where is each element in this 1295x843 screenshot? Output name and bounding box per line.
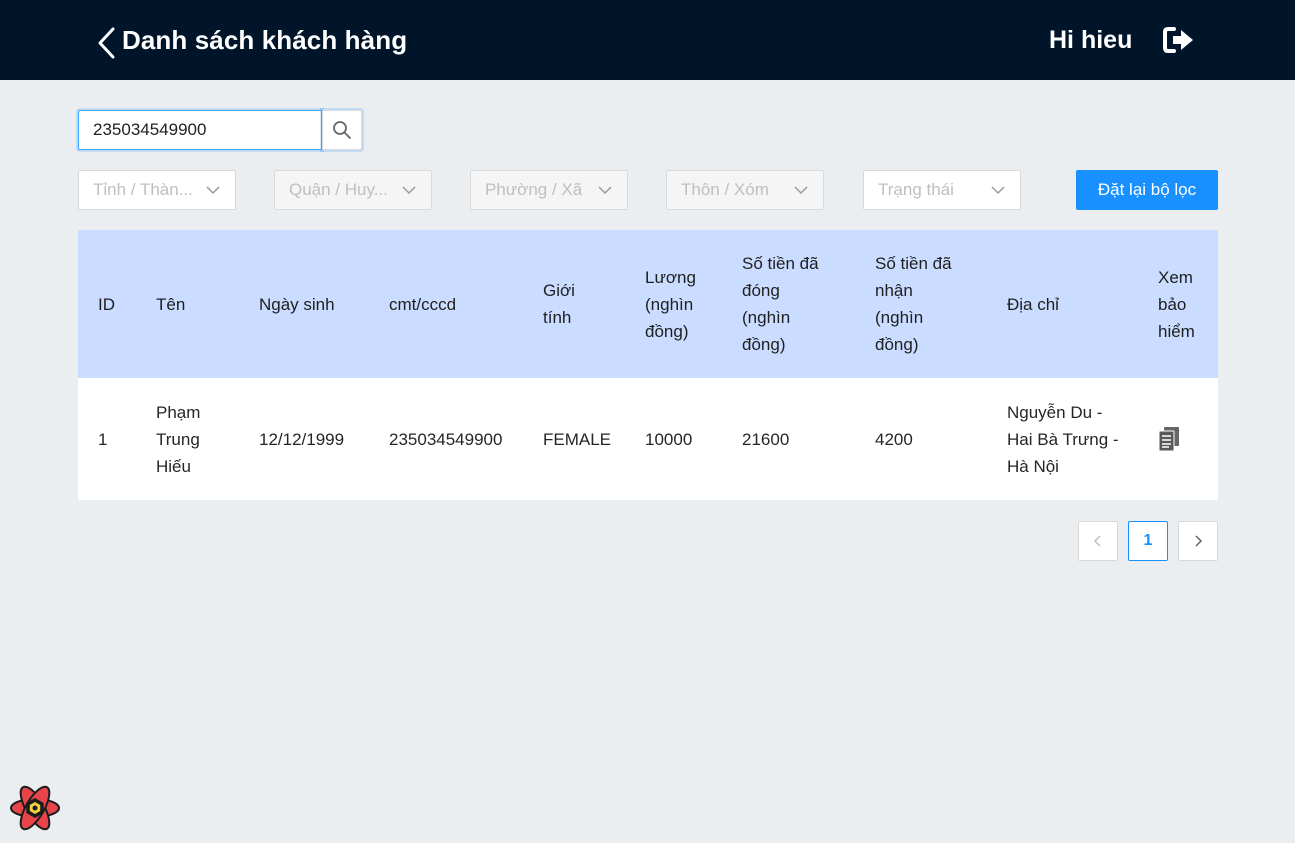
district-select[interactable]: Quận / Huy... bbox=[274, 170, 432, 210]
cell-id: 1 bbox=[98, 429, 108, 449]
next-page-button[interactable] bbox=[1178, 521, 1218, 561]
cell-paid: 21600 bbox=[742, 429, 790, 449]
search-icon bbox=[333, 121, 351, 139]
column-header-view-insurance: Xem bảo hiểm bbox=[1158, 267, 1195, 341]
view-insurance-button[interactable] bbox=[1158, 378, 1198, 500]
column-header-received: Số tiền đã nhận (nghìn đồng) bbox=[875, 254, 952, 354]
ward-select[interactable]: Phường / Xã bbox=[470, 170, 628, 210]
reset-filters-button[interactable]: Đặt lại bộ lọc bbox=[1076, 170, 1218, 210]
status-select-label: Trạng thái bbox=[878, 180, 954, 199]
column-header-dob: Ngày sinh bbox=[259, 294, 335, 314]
react-devtools-icon[interactable] bbox=[9, 783, 61, 833]
chevron-down-icon bbox=[206, 186, 220, 195]
district-select-label: Quận / Huy... bbox=[289, 180, 388, 199]
chevron-down-icon bbox=[402, 186, 416, 195]
table-row: 1 Phạm Trung Hiếu 12/12/1999 23503454990… bbox=[78, 378, 1218, 500]
cell-idcard: 235034549900 bbox=[389, 429, 503, 449]
cell-gender: FEMALE bbox=[543, 429, 612, 449]
column-header-id: ID bbox=[98, 294, 115, 314]
page-title: Danh sách khách hàng bbox=[122, 25, 408, 55]
chevron-down-icon bbox=[794, 186, 808, 195]
province-select[interactable]: Tỉnh / Thàn... bbox=[78, 170, 236, 210]
column-header-salary: Lương (nghìn đồng) bbox=[645, 267, 696, 341]
ward-select-label: Phường / Xã bbox=[485, 180, 583, 199]
document-icon bbox=[1158, 427, 1179, 452]
prev-page-button[interactable] bbox=[1078, 521, 1118, 561]
search-bar bbox=[78, 110, 362, 150]
chevron-left-icon bbox=[1093, 535, 1101, 547]
column-header-idcard: cmt/cccd bbox=[389, 294, 457, 314]
logout-icon[interactable] bbox=[1162, 25, 1196, 55]
back-icon[interactable] bbox=[94, 26, 120, 60]
cell-dob: 12/12/1999 bbox=[259, 429, 345, 449]
search-input[interactable] bbox=[78, 110, 322, 150]
page-number-button[interactable]: 1 bbox=[1128, 521, 1168, 561]
hamlet-select[interactable]: Thôn / Xóm bbox=[666, 170, 824, 210]
status-select[interactable]: Trạng thái bbox=[863, 170, 1021, 210]
user-greeting: Hi hieu bbox=[1049, 26, 1133, 54]
chevron-down-icon bbox=[991, 186, 1005, 195]
province-select-label: Tỉnh / Thàn... bbox=[93, 180, 193, 199]
chevron-right-icon bbox=[1195, 535, 1203, 547]
cell-received: 4200 bbox=[875, 429, 913, 449]
search-button[interactable] bbox=[322, 110, 362, 150]
app-header: Danh sách khách hàng Hi hieu bbox=[0, 0, 1295, 80]
customer-table: ID Tên Ngày sinh cmt/cccd Giới tính Lươn… bbox=[78, 230, 1218, 500]
column-header-address: Địa chỉ bbox=[1007, 294, 1059, 314]
column-header-paid: Số tiền đã đóng (nghìn đồng) bbox=[742, 254, 819, 354]
column-header-name: Tên bbox=[156, 294, 186, 314]
chevron-down-icon bbox=[598, 186, 612, 195]
hamlet-select-label: Thôn / Xóm bbox=[681, 180, 769, 199]
cell-address: Nguyễn Du - Hai Bà Trưng - Hà Nội bbox=[1007, 402, 1119, 476]
column-header-gender: Giới tính bbox=[543, 281, 575, 327]
table-header: ID Tên Ngày sinh cmt/cccd Giới tính Lươn… bbox=[78, 230, 1218, 378]
cell-name: Phạm Trung Hiếu bbox=[156, 402, 201, 476]
cell-salary: 10000 bbox=[645, 429, 693, 449]
